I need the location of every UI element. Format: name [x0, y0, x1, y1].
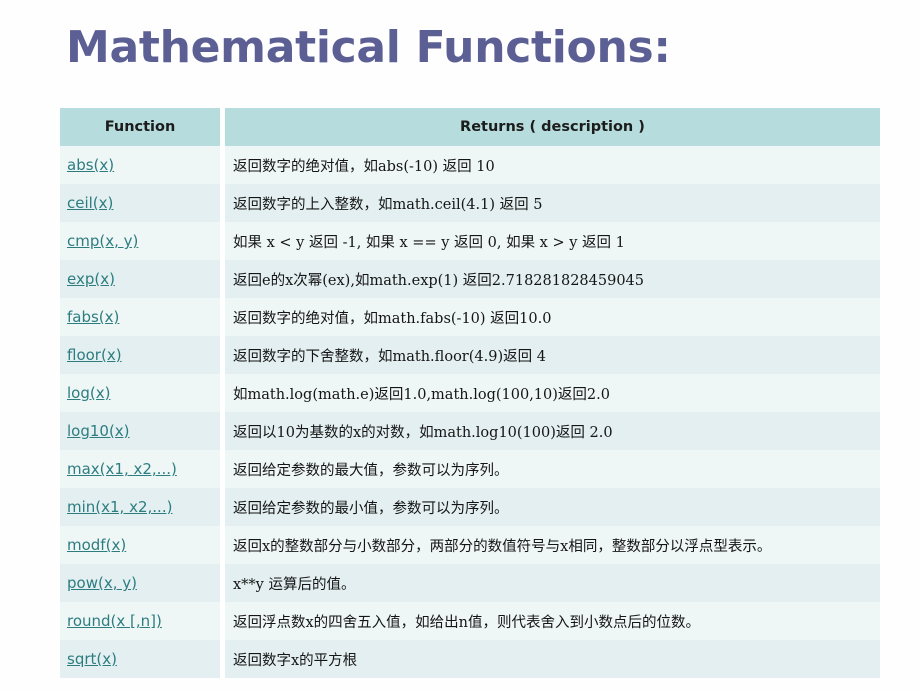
table-header: Function Returns ( description )	[60, 108, 880, 146]
function-link[interactable]: cmp(x, y)	[67, 232, 138, 250]
function-link[interactable]: min(x1, x2,...)	[67, 498, 172, 516]
column-header-returns: Returns ( description )	[225, 108, 880, 146]
cell-description: 返回x的整数部分与小数部分，两部分的数值符号与x相同，整数部分以浮点型表示。	[225, 526, 880, 564]
table-row: sqrt(x) 返回数字x的平方根	[60, 640, 880, 678]
function-link[interactable]: log(x)	[67, 384, 110, 402]
math-functions-table-container: Function Returns ( description ) abs(x) 返…	[60, 108, 880, 678]
table-row: log10(x) 返回以10为基数的x的对数，如math.log10(100)返回…	[60, 412, 880, 450]
cell-function: cmp(x, y)	[60, 222, 220, 260]
cell-function: log10(x)	[60, 412, 220, 450]
cell-description: 返回数字的下舍整数，如math.floor(4.9)返回 4	[225, 336, 880, 374]
cell-description: 返回数字的绝对值，如math.fabs(-10) 返回10.0	[225, 298, 880, 336]
function-link[interactable]: fabs(x)	[67, 308, 119, 326]
table-row: abs(x) 返回数字的绝对值，如abs(-10) 返回 10	[60, 146, 880, 184]
description-text: 返回x的整数部分与小数部分，两部分的数值符号与x相同，整数部分以浮点型表示。	[233, 538, 772, 555]
slide-canvas: Mathematical Functions: Function Returns…	[0, 0, 920, 690]
column-header-function: Function	[60, 108, 220, 146]
cell-function: round(x [,n])	[60, 602, 220, 640]
cell-description: 返回以10为基数的x的对数，如math.log10(100)返回 2.0	[225, 412, 880, 450]
cell-function: sqrt(x)	[60, 640, 220, 678]
cell-description: 返回数字x的平方根	[225, 640, 880, 678]
function-link[interactable]: log10(x)	[67, 422, 130, 440]
math-functions-table: Function Returns ( description ) abs(x) 返…	[60, 108, 880, 678]
function-link[interactable]: modf(x)	[67, 536, 126, 554]
cell-description: 返回数字的绝对值，如abs(-10) 返回 10	[225, 146, 880, 184]
description-text: 返回数字的上入整数，如math.ceil(4.1) 返回 5	[233, 196, 543, 213]
cell-function: max(x1, x2,...)	[60, 450, 220, 488]
description-text: 返回浮点数x的四舍五入值，如给出n值，则代表舍入到小数点后的位数。	[233, 614, 701, 631]
cell-function: pow(x, y)	[60, 564, 220, 602]
function-link[interactable]: exp(x)	[67, 270, 115, 288]
table-row: log(x) 如math.log(math.e)返回1.0,math.log(10…	[60, 374, 880, 412]
description-text: 返回数字的绝对值，如abs(-10) 返回 10	[233, 158, 495, 175]
table-row: fabs(x) 返回数字的绝对值，如math.fabs(-10) 返回10.0	[60, 298, 880, 336]
cell-function: fabs(x)	[60, 298, 220, 336]
table-row: pow(x, y) x**y 运算后的值。	[60, 564, 880, 602]
function-link[interactable]: abs(x)	[67, 156, 114, 174]
cell-description: 返回数字的上入整数，如math.ceil(4.1) 返回 5	[225, 184, 880, 222]
description-text: 如果 x < y 返回 -1, 如果 x == y 返回 0, 如果 x > y…	[233, 234, 625, 251]
table-body: abs(x) 返回数字的绝对值，如abs(-10) 返回 10 ceil(x) 返回数…	[60, 146, 880, 678]
description-text: 返回e的x次幂(ex),如math.exp(1) 返回2.71828182845…	[233, 272, 645, 289]
cell-description: x**y 运算后的值。	[225, 564, 880, 602]
description-text: 返回数字的下舍整数，如math.floor(4.9)返回 4	[233, 348, 546, 365]
table-row: modf(x) 返回x的整数部分与小数部分，两部分的数值符号与x相同，整数部分以浮…	[60, 526, 880, 564]
cell-function: exp(x)	[60, 260, 220, 298]
function-link[interactable]: round(x [,n])	[67, 612, 162, 630]
description-text: 返回以10为基数的x的对数，如math.log10(100)返回 2.0	[233, 424, 613, 441]
cell-function: abs(x)	[60, 146, 220, 184]
cell-function: ceil(x)	[60, 184, 220, 222]
table-row: round(x [,n]) 返回浮点数x的四舍五入值，如给出n值，则代表舍入到小数…	[60, 602, 880, 640]
cell-description: 返回浮点数x的四舍五入值，如给出n值，则代表舍入到小数点后的位数。	[225, 602, 880, 640]
description-text: x**y 运算后的值。	[233, 576, 356, 593]
description-text: 返回给定参数的最小值，参数可以为序列。	[233, 500, 509, 517]
cell-description: 返回给定参数的最小值，参数可以为序列。	[225, 488, 880, 526]
function-link[interactable]: sqrt(x)	[67, 650, 117, 668]
function-link[interactable]: floor(x)	[67, 346, 122, 364]
table-header-row: Function Returns ( description )	[60, 108, 880, 146]
page-title: Mathematical Functions:	[66, 22, 671, 73]
cell-function: log(x)	[60, 374, 220, 412]
cell-function: floor(x)	[60, 336, 220, 374]
table-row: exp(x) 返回e的x次幂(ex),如math.exp(1) 返回2.71828…	[60, 260, 880, 298]
function-link[interactable]: ceil(x)	[67, 194, 113, 212]
description-text: 如math.log(math.e)返回1.0,math.log(100,10)返…	[233, 386, 610, 403]
table-row: ceil(x) 返回数字的上入整数，如math.ceil(4.1) 返回 5	[60, 184, 880, 222]
table-row: min(x1, x2,...) 返回给定参数的最小值，参数可以为序列。	[60, 488, 880, 526]
table-row: max(x1, x2,...) 返回给定参数的最大值，参数可以为序列。	[60, 450, 880, 488]
cell-description: 如math.log(math.e)返回1.0,math.log(100,10)返…	[225, 374, 880, 412]
table-row: cmp(x, y) 如果 x < y 返回 -1, 如果 x == y 返回 0,…	[60, 222, 880, 260]
function-link[interactable]: pow(x, y)	[67, 574, 137, 592]
cell-description: 如果 x < y 返回 -1, 如果 x == y 返回 0, 如果 x > y…	[225, 222, 880, 260]
description-text: 返回给定参数的最大值，参数可以为序列。	[233, 462, 509, 479]
cell-function: modf(x)	[60, 526, 220, 564]
description-text: 返回数字的绝对值，如math.fabs(-10) 返回10.0	[233, 310, 552, 327]
cell-description: 返回给定参数的最大值，参数可以为序列。	[225, 450, 880, 488]
cell-description: 返回e的x次幂(ex),如math.exp(1) 返回2.71828182845…	[225, 260, 880, 298]
function-link[interactable]: max(x1, x2,...)	[67, 460, 177, 478]
cell-function: min(x1, x2,...)	[60, 488, 220, 526]
description-text: 返回数字x的平方根	[233, 652, 358, 669]
table-row: floor(x) 返回数字的下舍整数，如math.floor(4.9)返回 4	[60, 336, 880, 374]
